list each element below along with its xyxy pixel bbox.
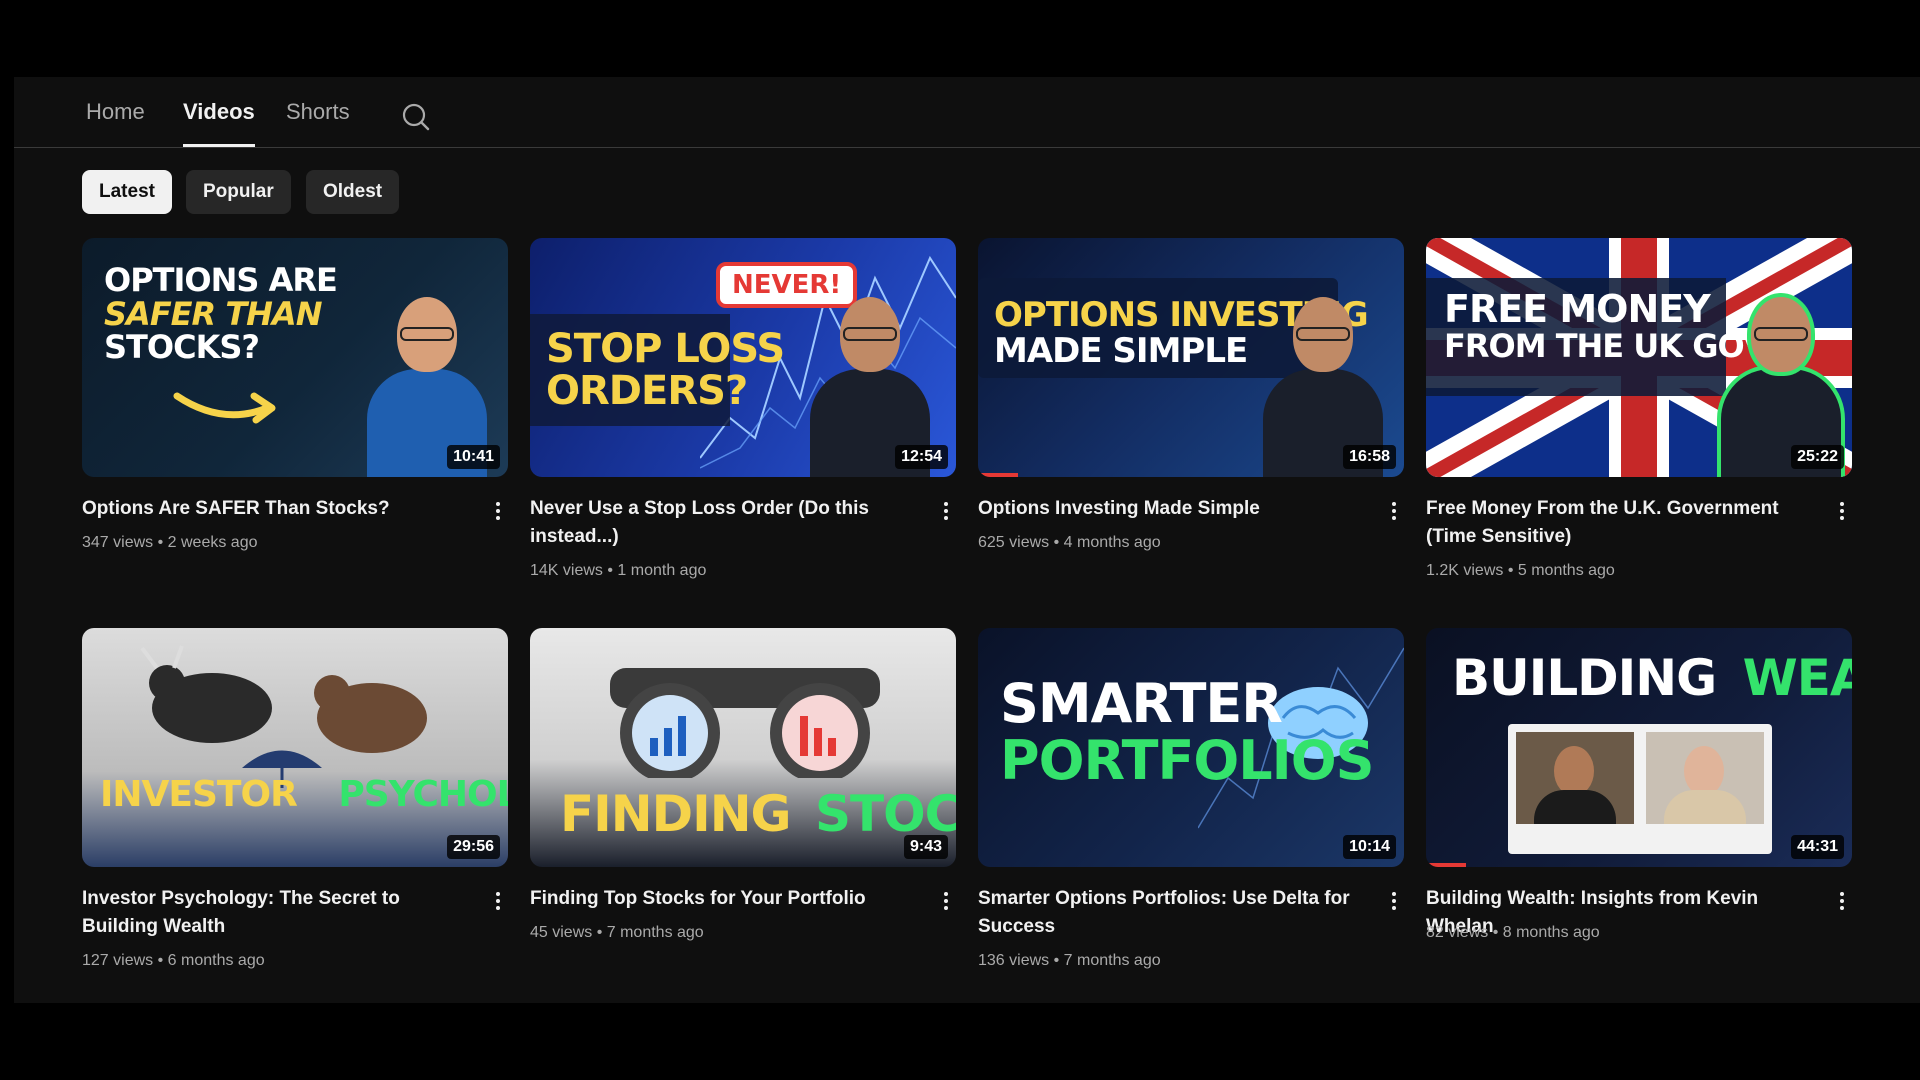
- video-duration: 25:22: [1791, 445, 1844, 469]
- video-duration: 10:14: [1343, 835, 1396, 859]
- video-thumbnail[interactable]: NEVER! STOP LOSS ORDERS? 12:54: [530, 238, 956, 477]
- more-vert-icon[interactable]: [488, 499, 508, 527]
- upload-age: 7 months ago: [1063, 952, 1161, 969]
- video-meta: 45 views • 7 months ago: [530, 924, 704, 941]
- video-card[interactable]: SMARTER PORTFOLIOS 10:14 Smarter Options…: [978, 628, 1404, 969]
- video-duration: 44:31: [1791, 835, 1844, 859]
- video-title[interactable]: Finding Top Stocks for Your Portfolio: [530, 885, 915, 913]
- video-title[interactable]: Never Use a Stop Loss Order (Do this ins…: [530, 495, 915, 551]
- more-vert-icon[interactable]: [936, 499, 956, 527]
- more-vert-icon[interactable]: [1384, 889, 1404, 917]
- upload-age: 5 months ago: [1517, 562, 1615, 579]
- video-title[interactable]: Options Investing Made Simple: [978, 495, 1363, 523]
- upload-age: 8 months ago: [1502, 924, 1600, 941]
- thumbnail-text: INVESTOR PSYCHOLOGY: [100, 774, 508, 815]
- video-title[interactable]: Investor Psychology: The Secret to Build…: [82, 885, 467, 941]
- upload-age: 6 months ago: [167, 952, 265, 969]
- video-thumbnail[interactable]: BUILDING WEALTH 44:31: [1426, 628, 1852, 867]
- upload-age: 4 months ago: [1063, 534, 1161, 551]
- binoculars-graphic: [610, 668, 880, 778]
- watch-progress-bar: [1426, 863, 1466, 867]
- view-count: 82 views: [1426, 924, 1489, 941]
- tab-shorts[interactable]: Shorts: [286, 99, 350, 147]
- video-thumbnail[interactable]: FREE MONEY FROM THE UK GOV 25:22: [1426, 238, 1852, 477]
- video-meta: 136 views • 7 months ago: [978, 952, 1161, 969]
- video-title[interactable]: Options Are SAFER Than Stocks?: [82, 495, 467, 523]
- channel-videos-panel: Home Videos Shorts Latest Popular Oldest…: [14, 77, 1920, 1003]
- thumbnail-text: SMARTER PORTFOLIOS: [1000, 672, 1375, 792]
- view-count: 625 views: [978, 534, 1050, 551]
- view-count: 136 views: [978, 952, 1050, 969]
- chip-oldest[interactable]: Oldest: [306, 170, 400, 214]
- video-thumbnail[interactable]: FINDING STOCKS 9:43: [530, 628, 956, 867]
- thumbnail-text: FINDING STOCKS: [560, 785, 956, 843]
- video-card[interactable]: INVESTOR PSYCHOLOGY 29:56 Investor Psych…: [82, 628, 508, 969]
- video-meta: 1.2K views • 5 months ago: [1426, 562, 1615, 579]
- more-vert-icon[interactable]: [488, 889, 508, 917]
- view-count: 45 views: [530, 924, 593, 941]
- thumbnail-text: OPTIONS ARE SAFER THAN STOCKS?: [104, 261, 338, 367]
- bull-bear-graphic: [140, 645, 427, 788]
- upload-age: 7 months ago: [606, 924, 704, 941]
- video-card[interactable]: OPTIONS ARE SAFER THAN STOCKS? 10:41 Opt…: [82, 238, 508, 551]
- video-duration: 16:58: [1343, 445, 1396, 469]
- video-thumbnail[interactable]: SMARTER PORTFOLIOS 10:14: [978, 628, 1404, 867]
- upload-age: 2 weeks ago: [167, 534, 258, 551]
- interview-frame: [1508, 724, 1772, 854]
- video-duration: 9:43: [903, 835, 948, 859]
- view-count: 347 views: [82, 534, 154, 551]
- video-card[interactable]: FREE MONEY FROM THE UK GOV 25:22 Free Mo…: [1426, 238, 1852, 579]
- more-vert-icon[interactable]: [936, 889, 956, 917]
- view-count: 14K views: [530, 562, 603, 579]
- thumbnail-text: STOP LOSS ORDERS?: [546, 326, 785, 414]
- video-duration: 29:56: [447, 835, 500, 859]
- video-thumbnail[interactable]: OPTIONS INVESTING MADE SIMPLE 16:58: [978, 238, 1404, 477]
- thumbnail-text: BUILDING WEALTH: [1452, 649, 1852, 707]
- video-card[interactable]: OPTIONS INVESTING MADE SIMPLE 16:58 Opti…: [978, 238, 1404, 551]
- more-vert-icon[interactable]: [1832, 889, 1852, 917]
- video-duration: 10:41: [447, 445, 500, 469]
- tab-videos[interactable]: Videos: [183, 99, 255, 147]
- more-vert-icon[interactable]: [1832, 499, 1852, 527]
- channel-tabs: Home Videos Shorts: [14, 77, 1920, 148]
- video-meta: 14K views • 1 month ago: [530, 562, 707, 579]
- watch-progress-bar: [978, 473, 1018, 477]
- search-icon[interactable]: [400, 101, 432, 133]
- video-meta: 347 views • 2 weeks ago: [82, 534, 258, 551]
- tab-home[interactable]: Home: [86, 99, 145, 147]
- upload-age: 1 month ago: [617, 562, 707, 579]
- video-title[interactable]: Smarter Options Portfolios: Use Delta fo…: [978, 885, 1363, 941]
- view-count: 127 views: [82, 952, 154, 969]
- chip-popular[interactable]: Popular: [186, 170, 291, 214]
- video-meta: 82 views • 8 months ago: [1426, 924, 1600, 941]
- more-vert-icon[interactable]: [1384, 499, 1404, 527]
- view-count: 1.2K views: [1426, 562, 1504, 579]
- video-thumbnail[interactable]: OPTIONS ARE SAFER THAN STOCKS? 10:41: [82, 238, 508, 477]
- video-card[interactable]: BUILDING WEALTH 44:31 Building Wealth: I…: [1426, 628, 1852, 941]
- video-card[interactable]: FINDING STOCKS 9:43 Finding Top Stocks f…: [530, 628, 956, 941]
- arrow-icon: [173, 392, 276, 424]
- video-duration: 12:54: [895, 445, 948, 469]
- video-meta: 127 views • 6 months ago: [82, 952, 265, 969]
- video-thumbnail[interactable]: INVESTOR PSYCHOLOGY 29:56: [82, 628, 508, 867]
- video-card[interactable]: NEVER! STOP LOSS ORDERS? 12:54 Never Use…: [530, 238, 956, 579]
- video-meta: 625 views • 4 months ago: [978, 534, 1161, 551]
- video-title[interactable]: Free Money From the U.K. Government (Tim…: [1426, 495, 1811, 551]
- chip-latest[interactable]: Latest: [82, 170, 172, 214]
